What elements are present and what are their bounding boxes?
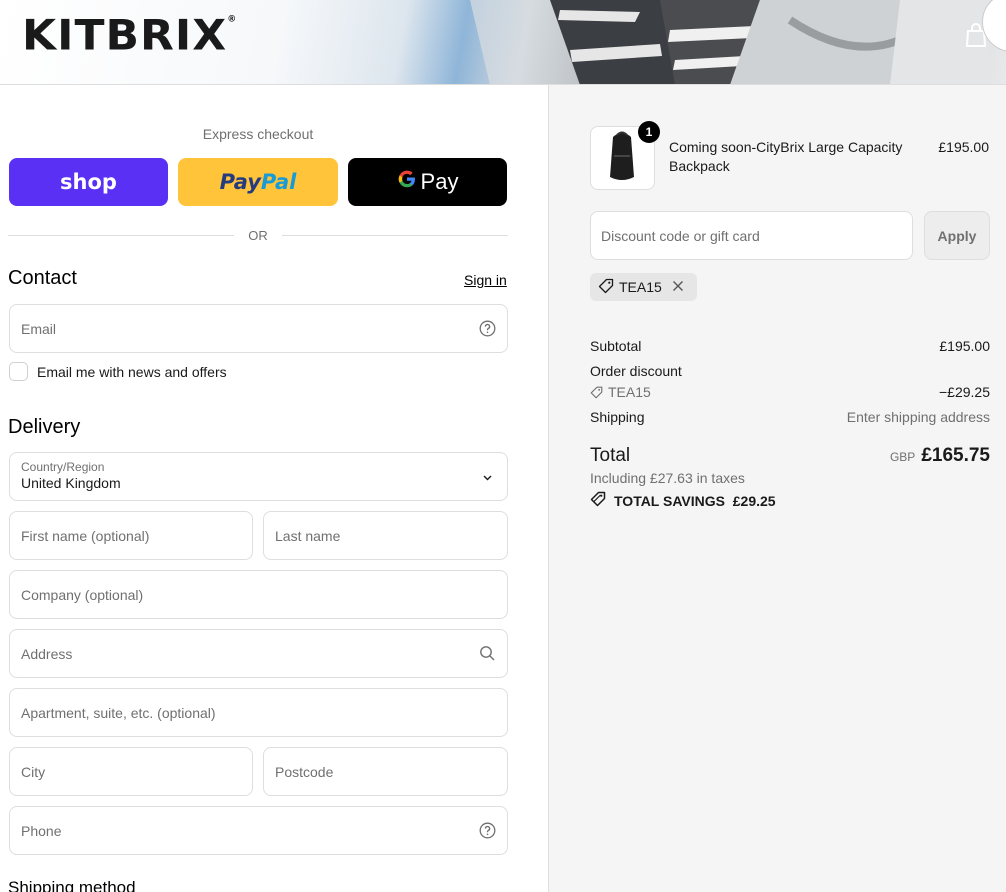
site-header: KITBRIX® <box>0 0 1006 85</box>
store-logo[interactable]: KITBRIX® <box>22 11 237 59</box>
address-field[interactable]: Address <box>9 629 508 678</box>
product-name: Coming soon-CityBrix Large Capacity Back… <box>669 139 903 174</box>
country-select[interactable]: Country/Region United Kingdom <box>9 452 508 501</box>
product-price: £195.00 <box>938 139 989 155</box>
currency-code: GBP <box>889 450 916 464</box>
postcode-field[interactable]: Postcode <box>263 747 508 796</box>
order-discount-label: Order discount <box>590 363 682 379</box>
search-icon <box>479 645 496 662</box>
express-checkout-label: Express checkout <box>202 126 314 142</box>
paypal-button[interactable]: Pay Pal <box>178 158 338 206</box>
apartment-field[interactable]: Apartment, suite, etc. (optional) <box>9 688 508 737</box>
google-g-icon <box>397 169 417 195</box>
shipping-row: Shipping Enter shipping address <box>590 409 990 425</box>
contact-heading: Contact <box>8 267 77 289</box>
subtotal-row: Subtotal £195.00 <box>590 338 990 354</box>
tag-icon <box>598 278 619 297</box>
company-field[interactable]: Company (optional) <box>9 570 508 619</box>
header-banner-image <box>430 0 990 84</box>
delivery-heading: Delivery <box>8 416 81 438</box>
help-circle-icon[interactable] <box>479 320 496 337</box>
city-field[interactable]: City <box>9 747 253 796</box>
email-field[interactable]: Email <box>9 304 508 353</box>
tag-icon <box>590 386 603 399</box>
google-pay-button[interactable]: Pay <box>348 158 507 206</box>
last-name-field[interactable]: Last name <box>263 511 508 560</box>
or-divider: OR <box>8 227 508 243</box>
phone-field[interactable]: Phone <box>9 806 508 855</box>
newsletter-option[interactable]: Email me with news and offers <box>9 362 227 381</box>
first-name-field[interactable]: First name (optional) <box>9 511 253 560</box>
total-amount: £165.75 <box>921 445 990 466</box>
chevron-down-icon <box>479 469 496 486</box>
checkout-form: Express checkout shop Pay Pal Pay OR Cont… <box>0 85 548 892</box>
applied-discount-chip: TEA15 <box>590 273 697 301</box>
shop-pay-button[interactable]: shop <box>9 158 168 206</box>
apply-discount-button[interactable]: Apply <box>924 211 990 260</box>
shipping-method-heading: Shipping method <box>8 878 136 892</box>
newsletter-label: Email me with news and offers <box>37 363 227 380</box>
order-summary: 1 Coming soon-CityBrix Large Capacity Ba… <box>548 85 1006 892</box>
savings-tag-icon <box>590 491 614 510</box>
newsletter-checkbox[interactable] <box>9 362 28 381</box>
total-row: Total GBP £165.75 <box>590 445 990 466</box>
quantity-badge: 1 <box>638 121 660 143</box>
taxes-note: Including £27.63 in taxes <box>590 470 745 486</box>
sign-in-link[interactable]: Sign in <box>464 272 507 288</box>
discount-code-input[interactable]: Discount code or gift card <box>590 211 913 260</box>
applied-code-label: TEA15 <box>619 279 662 295</box>
close-icon[interactable] <box>672 279 689 295</box>
discount-row: TEA15 −£29.25 <box>590 384 990 400</box>
total-savings: TOTAL SAVINGS £29.25 <box>590 491 776 510</box>
help-circle-icon[interactable] <box>479 822 496 839</box>
